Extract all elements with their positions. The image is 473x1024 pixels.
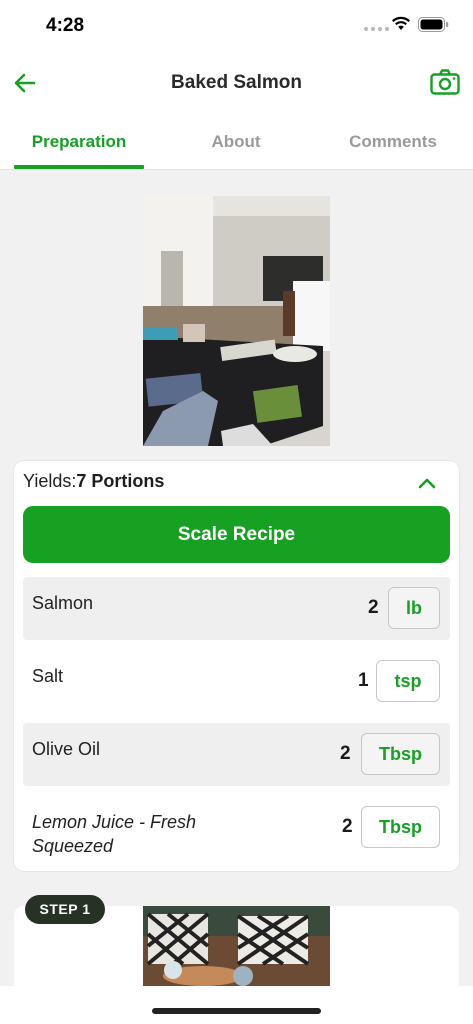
step-badge: STEP 1 (25, 895, 105, 924)
tab-comments[interactable]: Comments (328, 132, 458, 152)
tab-preparation[interactable]: Preparation (14, 132, 144, 152)
ingredients-card: Yields:7 Portions Scale Recipe Salmon 2 … (14, 461, 459, 871)
home-indicator-area (0, 986, 473, 1024)
ingredient-name: Salmon (32, 593, 94, 613)
ingredient-quantity: 2 (340, 743, 351, 764)
ingredient-row: Salmon 2 lb (23, 577, 450, 640)
ingredient-unit-button[interactable]: lb (388, 587, 440, 629)
cellular-signal-icon (364, 27, 389, 31)
battery-icon (418, 17, 449, 32)
ingredient-quantity: 2 (342, 816, 353, 837)
camera-icon[interactable] (430, 68, 460, 96)
active-tab-indicator (14, 165, 144, 169)
ingredient-unit-button[interactable]: tsp (376, 660, 440, 702)
ingredient-row: Lemon Juice - Fresh Squeezed 2 Tbsp (23, 796, 450, 859)
step-photo[interactable] (143, 906, 330, 986)
tab-bar: Preparation About Comments (0, 120, 473, 170)
yields-label: Yields:7 Portions (23, 471, 164, 492)
ingredient-unit-button[interactable]: Tbsp (361, 733, 440, 775)
page-title: Baked Salmon (171, 72, 302, 93)
recipe-photo[interactable] (143, 196, 330, 446)
home-indicator[interactable] (152, 1008, 321, 1014)
navigation-bar: Baked Salmon (0, 56, 473, 110)
ingredient-row: Salt 1 tsp (23, 650, 450, 713)
ingredient-name: Salt (32, 666, 64, 686)
status-time: 4:28 (46, 15, 85, 36)
chevron-up-icon[interactable] (416, 475, 438, 491)
yields-prefix: Yields: (23, 471, 77, 491)
status-bar: 4:28 (0, 0, 473, 50)
ingredient-quantity: 2 (368, 597, 379, 618)
scale-recipe-button[interactable]: Scale Recipe (23, 506, 450, 563)
ingredient-name: Lemon Juice - Fresh Squeezed (32, 812, 197, 856)
header-area: 4:28 Baked Salmon Preparation About Comm… (0, 0, 473, 170)
tab-about[interactable]: About (171, 132, 301, 152)
ingredient-quantity: 1 (358, 670, 369, 691)
yields-value: 7 Portions (76, 471, 165, 491)
ingredient-row: Olive Oil 2 Tbsp (23, 723, 450, 786)
ingredient-name: Olive Oil (32, 739, 101, 759)
wifi-icon (392, 16, 410, 30)
ingredient-unit-button[interactable]: Tbsp (361, 806, 440, 848)
